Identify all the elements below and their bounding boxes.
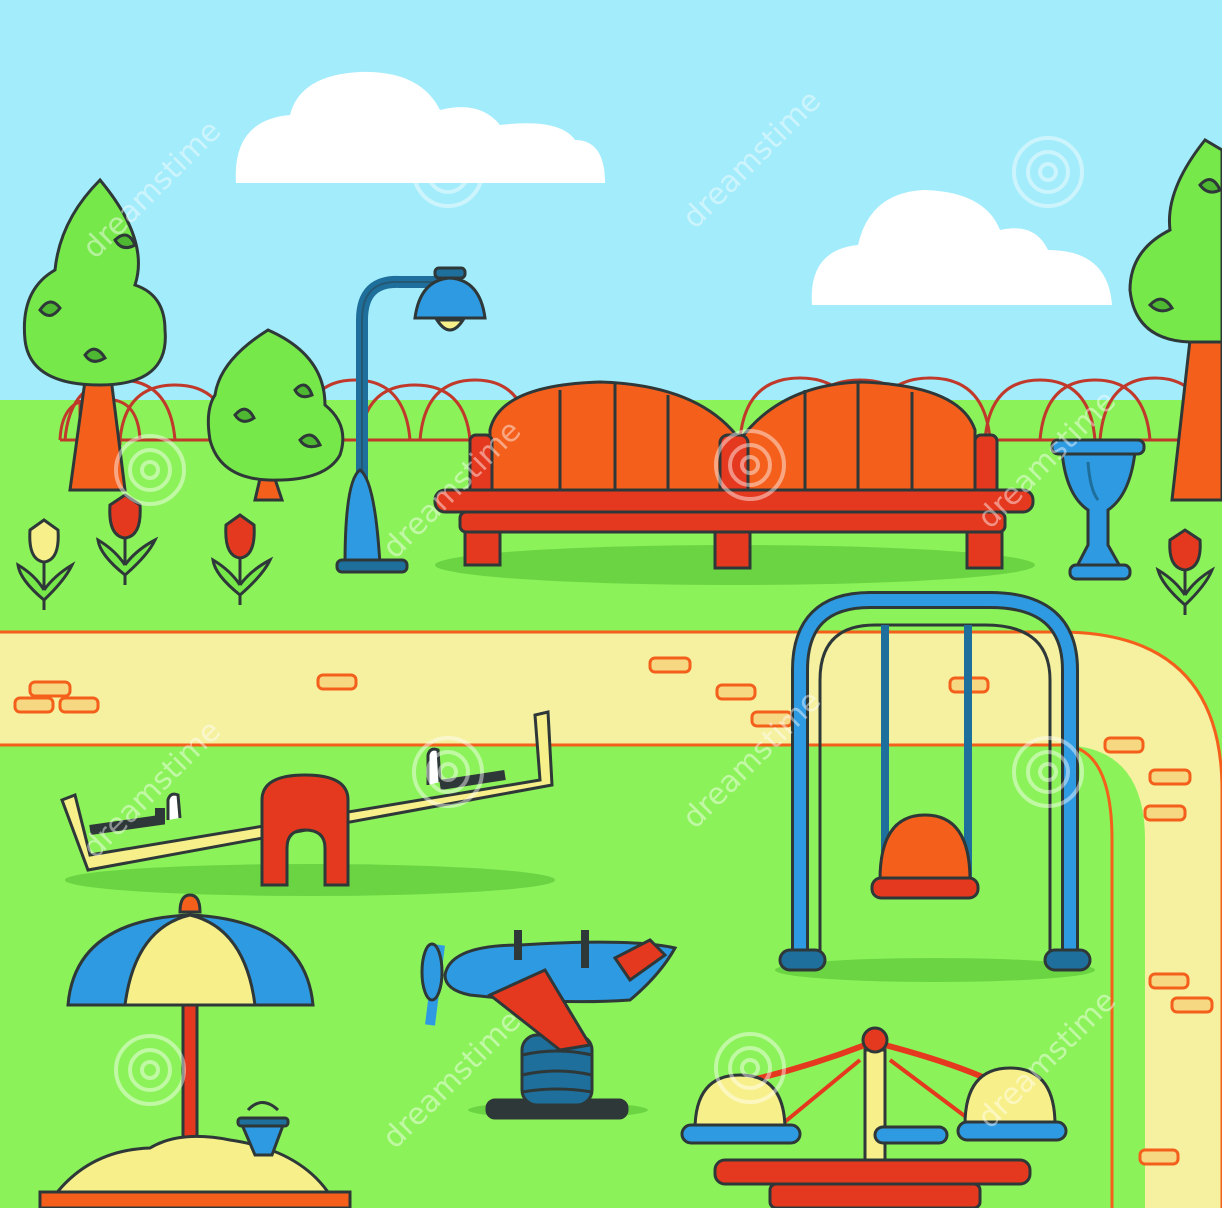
playground-scene: dreamstime dreamstime dreamstime dreamst… bbox=[0, 0, 1222, 1208]
sky bbox=[0, 0, 1222, 400]
